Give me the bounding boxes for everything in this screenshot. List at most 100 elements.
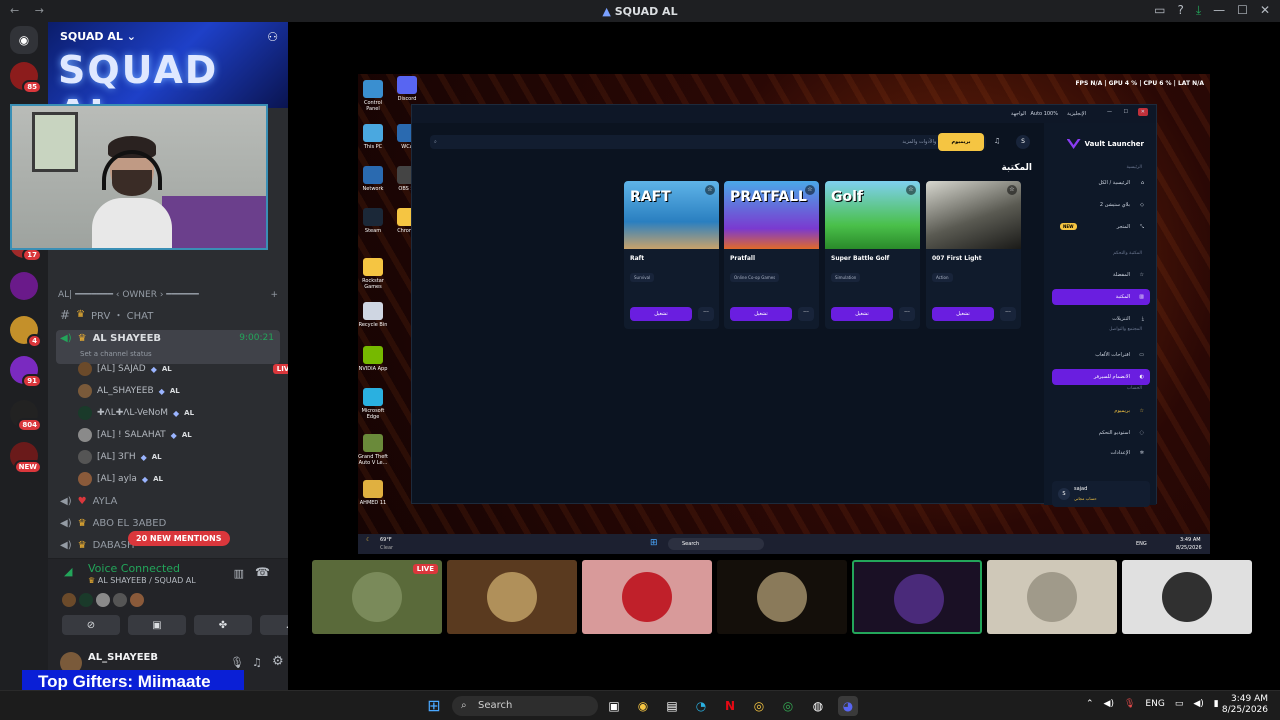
desktop-icon[interactable]: Microsoft Edge: [358, 388, 388, 420]
participant-tile[interactable]: LIVE: [312, 560, 442, 634]
soundboard-button[interactable]: ♪: [260, 615, 288, 635]
server-icon[interactable]: [10, 272, 38, 300]
participant-tile[interactable]: [1122, 560, 1252, 634]
streamed-search[interactable]: Search: [668, 538, 764, 550]
edge-icon[interactable]: ◔: [691, 696, 711, 716]
volume-icon[interactable]: ◀): [1104, 699, 1114, 709]
user-avatar-button[interactable]: S: [1016, 135, 1030, 149]
disconnect-icon[interactable]: ☎: [255, 565, 270, 579]
chrome-profile-icon[interactable]: ◎: [778, 696, 798, 716]
vault-user-card[interactable]: S sajad حساب مجاني: [1052, 481, 1150, 507]
chrome-icon[interactable]: ◎: [749, 696, 769, 716]
avatar[interactable]: [62, 593, 76, 607]
taskbar-search[interactable]: ⌕ Search: [452, 696, 598, 716]
channel-status[interactable]: Set a channel status: [80, 350, 152, 358]
vault-search-input[interactable]: ⌕ ابحث عن الألعاب والأدوات والمزيد...: [430, 135, 986, 149]
avatar[interactable]: [113, 593, 127, 607]
server-icon[interactable]: 85: [10, 62, 42, 94]
add-channel-icon[interactable]: +: [270, 290, 278, 300]
favorite-star-icon[interactable]: ☆: [805, 185, 815, 195]
voice-user[interactable]: [AL] SAJAD◆ALLIVE: [78, 362, 288, 376]
game-card[interactable]: ☆ 007 First Light Action تشغيل ···: [926, 181, 1021, 329]
avatar[interactable]: [96, 593, 110, 607]
voice-channel-ayla[interactable]: ◀) ♥ AYLA: [60, 496, 284, 507]
obs-icon[interactable]: ◍: [808, 696, 828, 716]
download-icon[interactable]: ⤓: [1196, 3, 1201, 18]
screen-share-button[interactable]: ▣: [128, 615, 186, 635]
inbox-icon[interactable]: ▭: [1154, 3, 1165, 18]
desktop-icon[interactable]: Discord: [392, 76, 422, 102]
vault-nav-item[interactable]: المتجر ⤡ NEW: [1052, 219, 1150, 235]
desktop-icon[interactable]: Rockstar Games: [358, 258, 388, 290]
add-member-icon[interactable]: ⚇: [267, 30, 278, 44]
server-icon[interactable]: 804: [10, 400, 42, 432]
vault-language[interactable]: الإنجليزية: [1067, 111, 1086, 117]
participant-tile[interactable]: [447, 560, 577, 634]
vault-minimize-button[interactable]: —: [1107, 109, 1112, 115]
desktop-icon[interactable]: Grand Theft Auto V Le...: [358, 434, 388, 466]
voice-user[interactable]: AL_SHAYEEB ◆ AL: [78, 384, 278, 398]
vault-nav-item[interactable]: الرئيسية / الكل ⌂: [1052, 175, 1150, 191]
voice-user[interactable]: [AL] ЗΓH ◆ AL: [78, 450, 278, 464]
mic-icon[interactable]: 🎙: [230, 656, 244, 669]
maximize-button[interactable]: ☐: [1237, 3, 1248, 18]
vault-nav-item[interactable]: المكتبة ▥: [1052, 289, 1150, 305]
language-indicator[interactable]: ENG: [1145, 699, 1164, 709]
vault-nav-item[interactable]: الانضمام للسيرفر ◐: [1052, 369, 1150, 385]
premium-button[interactable]: بريميوم: [938, 133, 984, 151]
network-icon[interactable]: ▭: [1175, 699, 1184, 709]
game-card[interactable]: RAFT ☆ Raft Survival تشغيل ···: [624, 181, 719, 329]
clock[interactable]: 3:49 AM 8/25/2026: [1222, 694, 1268, 716]
channel-prv-chat[interactable]: # ♛ PRV ・ CHAT: [60, 307, 284, 323]
participant-tile[interactable]: [717, 560, 847, 634]
vault-close-button[interactable]: ✕: [1137, 108, 1148, 116]
vault-auto-scale[interactable]: Auto 100%: [1031, 111, 1059, 117]
desktop-icon[interactable]: Network: [358, 166, 388, 192]
vault-nav-item[interactable]: المفضلة ☆: [1052, 267, 1150, 283]
activities-button[interactable]: ✤: [194, 615, 252, 635]
discord-icon[interactable]: ◕: [838, 696, 858, 716]
vault-logo[interactable]: Vault Launcher: [1066, 139, 1144, 149]
battery-icon[interactable]: ▮: [1214, 699, 1219, 709]
home-button[interactable]: ◉: [10, 26, 38, 54]
desktop-icon[interactable]: NVIDIA App: [358, 346, 388, 372]
server-name[interactable]: SQUAD AL ⌄: [60, 30, 136, 43]
new-mentions-pill[interactable]: 20 NEW MENTIONS: [128, 531, 230, 546]
voice-connected-title[interactable]: Voice Connected: [88, 562, 180, 575]
desktop-icon[interactable]: Control Panel: [358, 80, 388, 112]
vault-maximize-button[interactable]: ☐: [1124, 109, 1128, 115]
desktop-icon[interactable]: AHMED 11: [358, 480, 388, 506]
category-owner[interactable]: AL| ━━━━━━━ ‹ OWNER › ━━━━━━ +: [58, 290, 278, 300]
avatar[interactable]: [79, 593, 93, 607]
server-icon[interactable]: 4: [10, 316, 42, 348]
participant-tile[interactable]: [852, 560, 982, 634]
task-view-icon[interactable]: ▣: [604, 696, 624, 716]
voice-user[interactable]: ✚ΛL✚ΛL-VeNoM ◆ AL: [78, 406, 278, 420]
vault-nav-item[interactable]: الإعدادات ✲: [1052, 445, 1150, 461]
game-card[interactable]: PRATFALL ☆ Pratfall Online Co-op Games تشغيل…: [724, 181, 819, 329]
vault-nav-item[interactable]: اقتراحات الألعاب ▭: [1052, 347, 1150, 363]
voice-channel-abo-el-3abed[interactable]: ◀) ♛ ABO EL 3ABED: [60, 518, 284, 529]
server-icon[interactable]: 91: [10, 356, 42, 388]
voice-user[interactable]: [AL] ayla ◆ AL: [78, 472, 278, 486]
favorite-star-icon[interactable]: ☆: [906, 185, 916, 195]
vault-nav-item[interactable]: بريميوم ☆: [1052, 403, 1150, 419]
windows-start-icon[interactable]: ⊞: [650, 538, 658, 548]
headphones-icon[interactable]: ♫: [252, 656, 262, 669]
participant-tile[interactable]: [582, 560, 712, 634]
vault-mode[interactable]: الواجهة: [1011, 111, 1026, 117]
favorite-star-icon[interactable]: ☆: [1007, 185, 1017, 195]
game-card[interactable]: Golf ☆ Super Battle Golf Simulation تشغيل ···: [825, 181, 920, 329]
voice-user[interactable]: [AL] ! SALAHAT ◆ AL: [78, 428, 278, 442]
vault-nav-item[interactable]: التنزيلات ⤓: [1052, 311, 1150, 327]
settings-gear-icon[interactable]: ⚙: [272, 654, 284, 669]
desktop-icon[interactable]: Recycle Bin: [358, 302, 388, 328]
camera-off-button[interactable]: ⊘: [62, 615, 120, 635]
desktop-icon[interactable]: This PC: [358, 124, 388, 150]
play-button[interactable]: تشغيل: [730, 307, 792, 321]
avatar[interactable]: [130, 593, 144, 607]
desktop-icon[interactable]: Steam: [358, 208, 388, 234]
chat-icon[interactable]: ◉: [633, 696, 653, 716]
username[interactable]: AL_SHAYEEB: [88, 652, 158, 663]
vault-nav-item[interactable]: استوديو التحكم ◌: [1052, 425, 1150, 441]
